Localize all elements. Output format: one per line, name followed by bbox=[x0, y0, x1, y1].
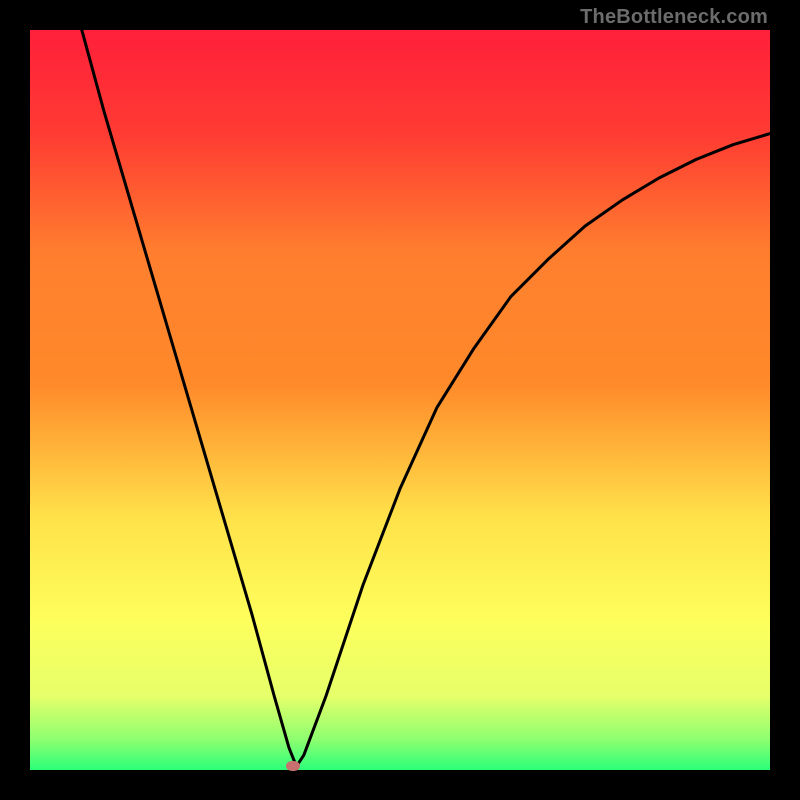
plot-area bbox=[30, 30, 770, 770]
curve-layer bbox=[30, 30, 770, 770]
optimum-marker bbox=[286, 761, 300, 771]
chart-frame: TheBottleneck.com bbox=[0, 0, 800, 800]
bottleneck-curve bbox=[82, 30, 770, 766]
watermark-text: TheBottleneck.com bbox=[580, 6, 768, 29]
